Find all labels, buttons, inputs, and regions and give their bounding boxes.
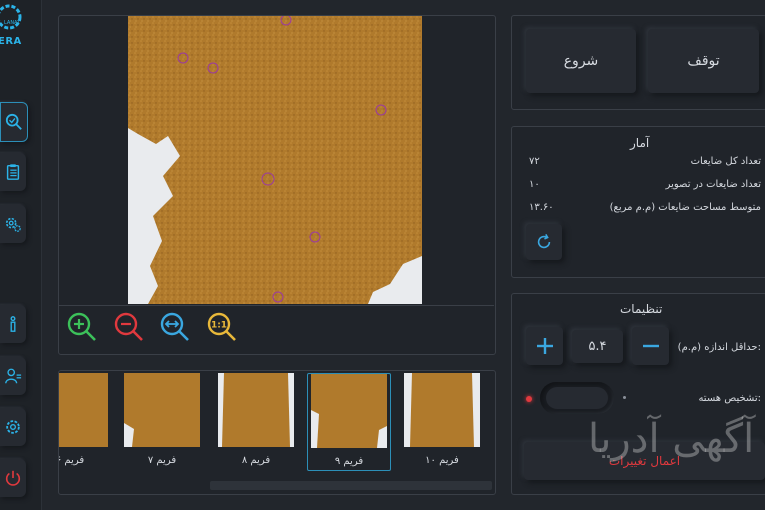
fit-width-button[interactable]: [159, 311, 191, 343]
stat-image-label: تعداد ضایعات در تصویر: [665, 179, 761, 190]
frame-label: فریم ۹: [334, 456, 364, 467]
plus-icon: [536, 338, 553, 354]
settings-title: تنظیمات: [620, 302, 663, 316]
zoom-in-icon: [67, 312, 96, 341]
minus-icon: [642, 344, 659, 348]
frame-thumb-8[interactable]: فریم ۸: [215, 373, 297, 469]
sidebar-item-reports[interactable]: [0, 153, 26, 191]
frame-thumb-9[interactable]: فریم ۹: [307, 373, 391, 471]
inspection-image[interactable]: [128, 16, 422, 304]
zoom-out-icon: [114, 312, 143, 341]
start-button[interactable]: شروع: [526, 29, 636, 93]
stat-total-value: ۷۲: [529, 156, 540, 167]
decrease-size-button[interactable]: [632, 327, 669, 365]
settings-icon: [6, 420, 20, 434]
sidebar-item-processing[interactable]: [0, 205, 26, 243]
zoom-out-button[interactable]: [113, 311, 145, 343]
users-icon: [5, 368, 22, 384]
frame-label: فریم ۷: [147, 455, 177, 466]
frame-label: فریم ۶: [59, 455, 85, 466]
min-size-value[interactable]: ۵.۴: [572, 330, 623, 363]
sidebar-item-inspection[interactable]: [0, 102, 28, 142]
power-icon: [5, 470, 21, 486]
frame-thumb-10[interactable]: فریم ۱۰: [401, 373, 483, 469]
stop-button[interactable]: توقف: [648, 29, 759, 93]
stat-area-value: ۱۳.۶۰: [529, 202, 554, 213]
frame-strip: فریم ۶ فریم ۷ فریم ۸ فریم ۹ فریم ۱۰: [58, 370, 496, 495]
logo-small-text: LANAT: [4, 20, 21, 26]
stat-image-value: ۱۰: [529, 179, 540, 190]
frame-thumb-6[interactable]: فریم ۶: [59, 373, 111, 469]
refresh-stats-button[interactable]: [526, 224, 562, 260]
frame-strip-scrollbar[interactable]: [210, 481, 492, 490]
frame-label: فریم ۸: [241, 455, 271, 466]
actual-size-icon: 1:1: [207, 312, 236, 341]
increase-size-button[interactable]: [526, 327, 563, 365]
actual-size-label: 1:1: [211, 321, 227, 331]
toggle-dot: [623, 396, 626, 399]
nucleus-toggle[interactable]: [540, 382, 614, 414]
stat-total-label: تعداد کل ضایعات: [690, 156, 761, 167]
watermark: آگهی آدریا: [588, 416, 755, 462]
info-icon: [10, 316, 16, 332]
stats-title: آمار: [630, 136, 650, 150]
search-check-icon: [5, 113, 22, 130]
frame-thumb-7[interactable]: فریم ۷: [121, 373, 203, 469]
frame-label: فریم ۱۰: [425, 455, 459, 466]
zoom-in-button[interactable]: [66, 311, 98, 343]
toggle-knob: [546, 387, 608, 409]
nucleus-status-led: [526, 396, 532, 402]
nucleus-detection-label: تشخیص هسته:: [698, 393, 761, 404]
app-logo: LANAT ERA: [0, 4, 34, 50]
gears-icon: [5, 217, 21, 232]
sidebar-item-users[interactable]: [0, 357, 26, 395]
refresh-icon: [537, 233, 551, 249]
clipboard-list-icon: [6, 164, 20, 180]
sidebar-item-power[interactable]: [0, 459, 26, 497]
sidebar-item-about[interactable]: [0, 305, 26, 343]
actual-size-button[interactable]: 1:1: [206, 311, 238, 343]
fit-width-icon: [160, 312, 189, 341]
sidebar-item-settings[interactable]: [0, 408, 26, 446]
min-size-label: حداقل اندازه (م.م):: [677, 342, 761, 353]
stat-area-label: متوسط مساحت ضایعات (م.م مربع): [609, 202, 761, 213]
logo-text: ERA: [0, 36, 22, 47]
sidebar: LANAT ERA: [0, 0, 42, 510]
